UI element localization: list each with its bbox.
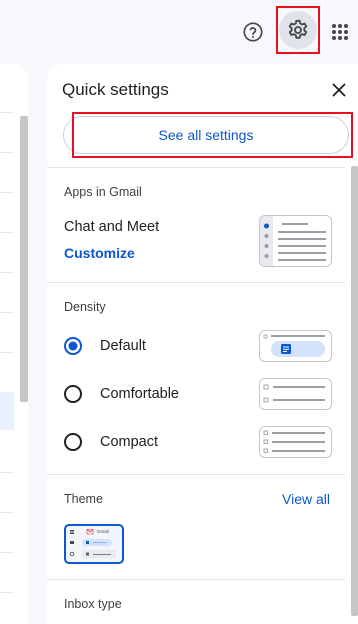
table-row[interactable] — [0, 592, 14, 593]
table-row[interactable] — [0, 232, 14, 233]
density-compact-radio[interactable] — [64, 433, 82, 451]
quick-settings-panel: Quick settings See all settings Apps in … — [47, 64, 358, 624]
mail-list — [0, 64, 28, 624]
see-all-highlight — [72, 112, 353, 158]
density-compact-preview — [259, 426, 332, 458]
table-row[interactable] — [0, 352, 14, 353]
panel-title: Quick settings — [62, 80, 169, 99]
gear-icon — [288, 19, 308, 39]
radio-checked-icon — [64, 337, 82, 355]
apps-value: Chat and Meet — [64, 219, 160, 235]
density-default-preview — [259, 330, 332, 362]
close-button[interactable] — [329, 80, 349, 100]
density-compact-label[interactable]: Compact — [100, 434, 158, 450]
apps-button[interactable] — [326, 18, 354, 46]
divider — [47, 282, 345, 283]
apps-section-title: Apps in Gmail — [64, 185, 142, 199]
selected-row[interactable] — [0, 392, 14, 430]
table-row[interactable] — [0, 112, 14, 113]
density-comfortable-radio[interactable] — [64, 385, 82, 403]
table-row[interactable] — [0, 152, 14, 153]
settings-highlight — [276, 6, 320, 54]
radio-unchecked-icon — [64, 433, 82, 451]
density-default-radio[interactable] — [64, 337, 82, 355]
radio-unchecked-icon — [64, 385, 82, 403]
theme-preview-logo: Gmail — [97, 529, 109, 534]
panel-scrollbar[interactable] — [351, 166, 358, 616]
density-comfortable-preview — [259, 378, 332, 410]
table-row[interactable] — [0, 552, 14, 553]
settings-button[interactable] — [279, 11, 317, 49]
table-row[interactable] — [0, 472, 14, 473]
density-section-title: Density — [64, 300, 106, 314]
divider — [47, 474, 345, 475]
table-row[interactable] — [0, 512, 14, 513]
density-default-label[interactable]: Default — [100, 338, 146, 354]
theme-section-title: Theme — [64, 492, 103, 506]
table-row[interactable] — [0, 192, 14, 193]
density-comfortable-label[interactable]: Comfortable — [100, 386, 179, 402]
apps-layout-preview — [259, 215, 332, 267]
divider — [47, 167, 345, 168]
help-button[interactable] — [238, 17, 268, 47]
inbox-type-section-title: Inbox type — [64, 597, 122, 611]
table-row[interactable] — [0, 272, 14, 273]
table-row[interactable] — [0, 312, 14, 313]
theme-preview[interactable]: Gmail — [64, 524, 124, 564]
divider — [47, 579, 345, 580]
close-icon — [332, 83, 346, 97]
top-bar — [0, 0, 358, 64]
help-circle-icon — [243, 22, 263, 42]
view-all-themes-link[interactable]: View all — [282, 491, 330, 507]
apps-grid-icon — [332, 24, 348, 40]
mail-list-scrollbar[interactable] — [20, 116, 28, 402]
customize-link[interactable]: Customize — [64, 245, 135, 261]
